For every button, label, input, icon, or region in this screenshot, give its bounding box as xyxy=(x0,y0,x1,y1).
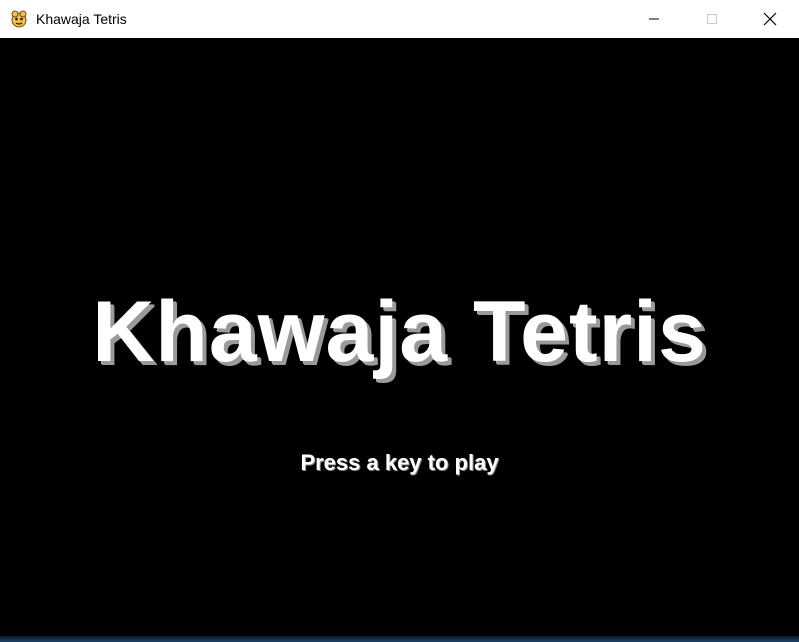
game-window: Khawaja Tetris Khawaja Tetris Press a ke… xyxy=(0,0,799,642)
minimize-icon xyxy=(649,18,659,20)
window-controls xyxy=(625,0,799,38)
close-icon xyxy=(763,12,777,26)
close-button[interactable] xyxy=(741,0,799,38)
game-canvas[interactable]: Khawaja Tetris Press a key to play xyxy=(0,38,799,636)
game-title: Khawaja Tetris xyxy=(92,284,707,380)
window-title: Khawaja Tetris xyxy=(36,11,127,27)
pygame-snake-icon xyxy=(9,9,29,29)
press-key-prompt: Press a key to play xyxy=(300,450,499,475)
minimize-button[interactable] xyxy=(625,0,683,38)
prompt-container: Press a key to play xyxy=(0,448,799,478)
title-bar[interactable]: Khawaja Tetris xyxy=(0,0,799,39)
taskbar-edge xyxy=(0,636,799,642)
game-title-container: Khawaja Tetris xyxy=(0,282,799,382)
maximize-button[interactable] xyxy=(683,0,741,38)
maximize-icon xyxy=(707,14,717,24)
